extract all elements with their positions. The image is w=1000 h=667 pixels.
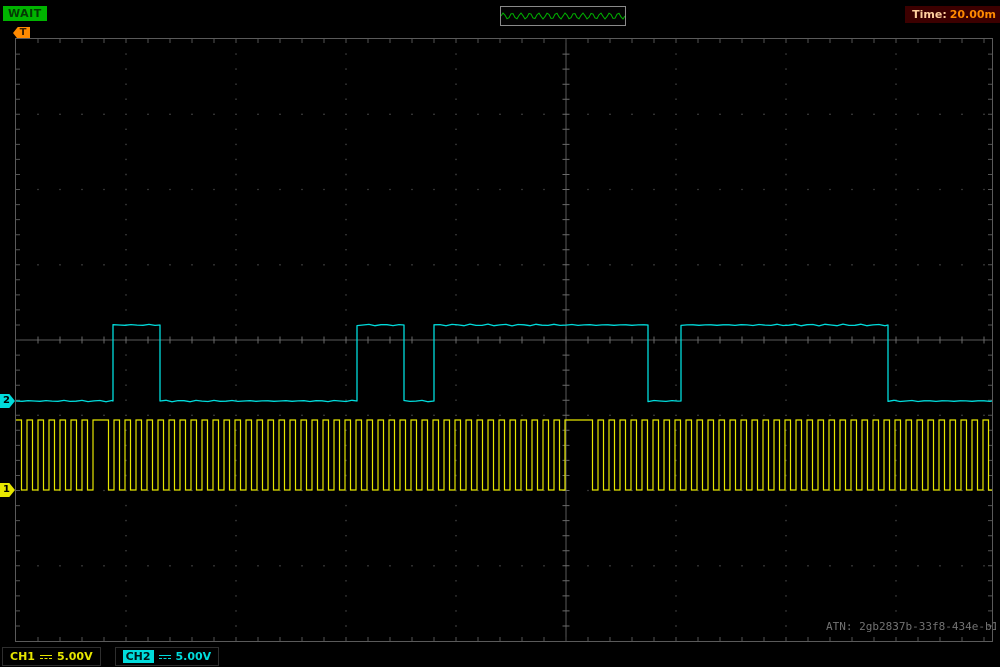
- ch1-dc-coupling-icon: [40, 655, 52, 659]
- ch1-readout: CH1 5.00V: [2, 647, 101, 666]
- trigger-preview-waveform-icon: [501, 7, 625, 25]
- graticule-area: [15, 38, 993, 642]
- trigger-marker-label: T: [20, 27, 27, 38]
- timebase-value: 20.00m: [950, 8, 996, 21]
- ch2-scale: 5.00V: [176, 650, 212, 663]
- ch1-scale: 5.00V: [57, 650, 93, 663]
- ch1-ground-marker: 1: [0, 483, 15, 497]
- watermark-text: ATN: 2gb2837b-33f8-434e-b1d: [826, 620, 996, 633]
- oscilloscope-screen: WAIT Time: 20.00m T 2 1 ATN: 2gb2837b-33…: [0, 0, 1000, 667]
- trigger-preview-box: [500, 6, 626, 26]
- ch2-ground-marker: 2: [0, 394, 15, 408]
- acquisition-status-badge: WAIT: [3, 6, 47, 21]
- ch2-marker-label: 2: [3, 395, 10, 406]
- bottom-status-bar: CH1 5.00V CH2 5.00V: [0, 646, 1000, 667]
- waveform-plot: [16, 39, 992, 641]
- ch2-dc-coupling-icon: [159, 655, 171, 659]
- ch2-label: CH2: [123, 650, 154, 663]
- timebase-label: Time:: [912, 8, 947, 21]
- ch1-marker-label: 1: [3, 484, 10, 495]
- ch1-label: CH1: [10, 650, 35, 663]
- timebase-readout: Time: 20.00m: [905, 6, 1000, 23]
- ch2-readout: CH2 5.00V: [115, 647, 220, 666]
